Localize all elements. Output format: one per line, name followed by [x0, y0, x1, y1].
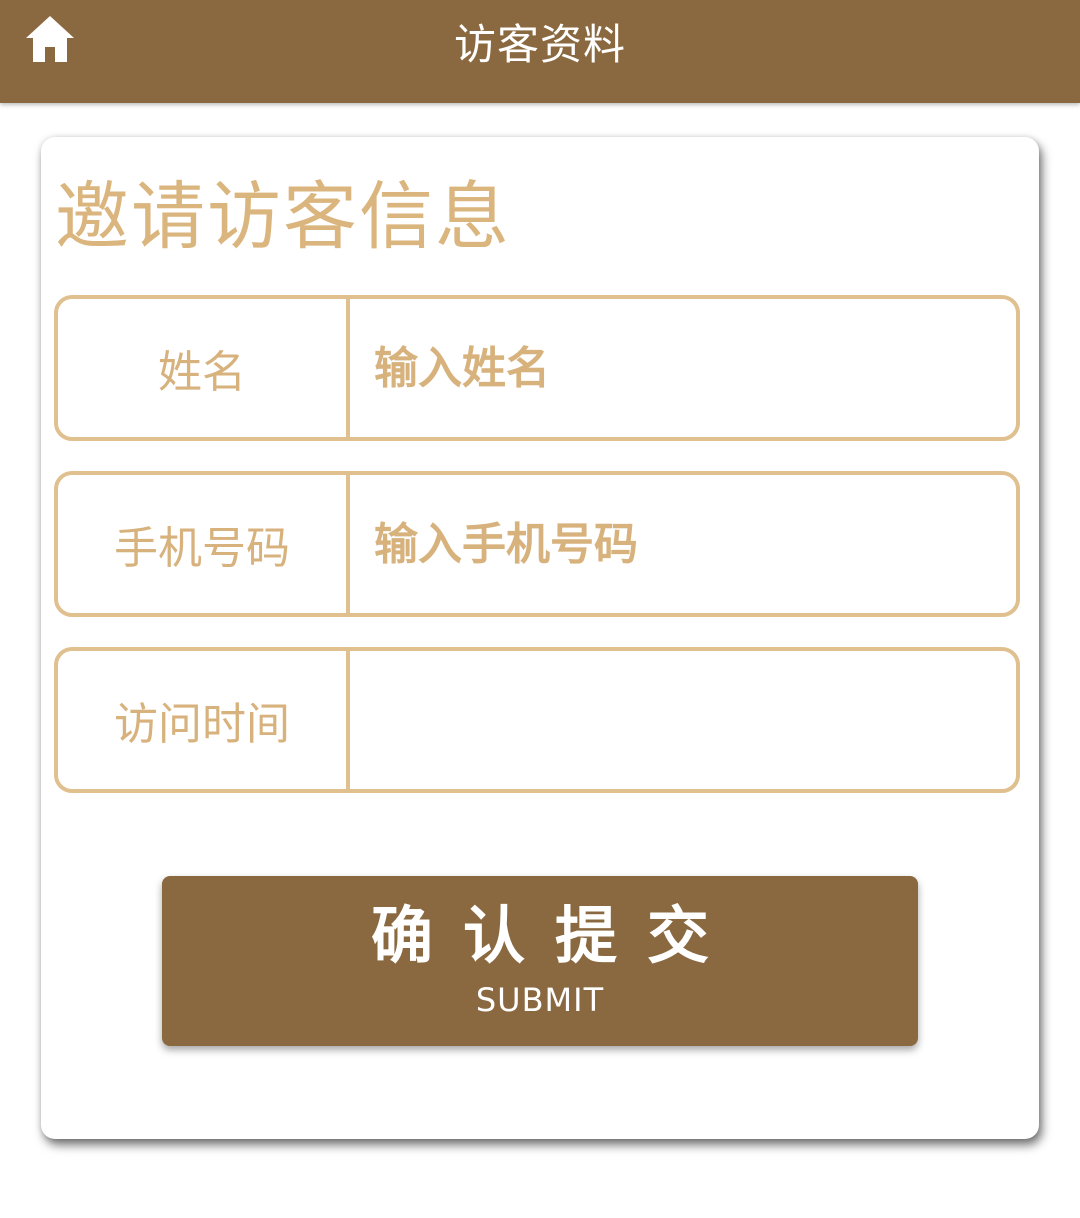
- submit-button-sublabel: SUBMIT: [475, 981, 605, 1019]
- name-input[interactable]: [350, 299, 1016, 437]
- submit-button-label: 确认提交: [370, 899, 739, 972]
- visit-time-label: 访问时间: [58, 651, 350, 789]
- form-title: 邀请访客信息: [55, 174, 511, 260]
- page-title: 访客资料: [453, 20, 626, 69]
- phone-label: 手机号码: [58, 475, 350, 613]
- name-field-row: 姓名: [54, 295, 1020, 441]
- app-header: 访客资料: [0, 0, 1080, 103]
- visit-time-input[interactable]: [350, 651, 1016, 789]
- submit-button[interactable]: 确认提交 SUBMIT: [162, 876, 918, 1046]
- phone-input[interactable]: [350, 475, 1016, 613]
- name-label: 姓名: [58, 299, 350, 437]
- visitor-form-card: 邀请访客信息 姓名 手机号码 访问时间 确认提交 SUBMIT: [41, 137, 1039, 1139]
- phone-field-row: 手机号码: [54, 471, 1020, 617]
- visit-time-field-row: 访问时间: [54, 647, 1020, 793]
